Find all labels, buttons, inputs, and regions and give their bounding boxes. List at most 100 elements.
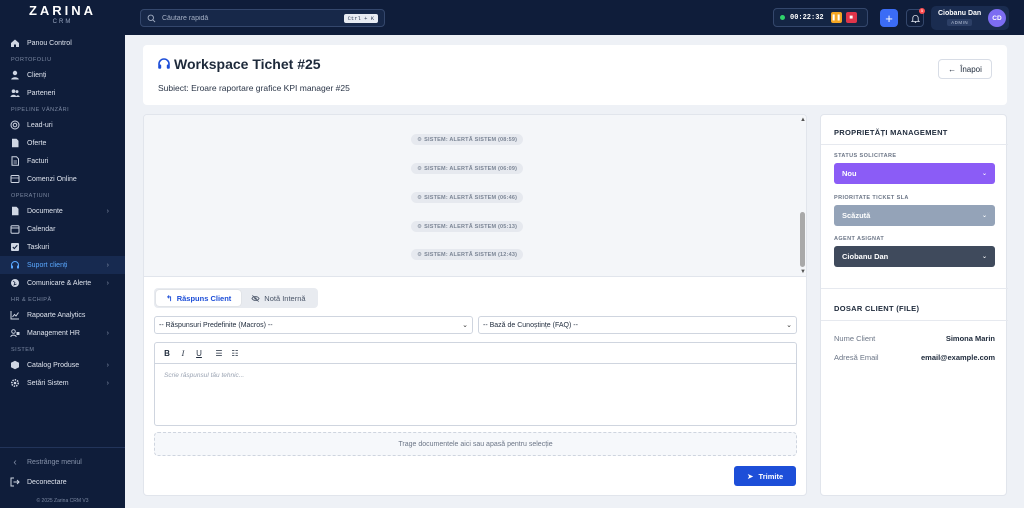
notifications-button[interactable]: 5 <box>906 8 925 27</box>
people-icon <box>10 328 20 338</box>
back-button[interactable]: ← Înapoi <box>938 59 992 79</box>
system-message: ⚙ SISTEM: ALERTĂ SISTEM (08:59) <box>411 134 524 145</box>
send-button[interactable]: ➤ Trimite <box>734 466 796 486</box>
sidebar-item-settings[interactable]: Setări Sistem › <box>0 374 125 392</box>
sidebar-item-offers[interactable]: Oferte <box>0 134 125 152</box>
sidebar-item-leads[interactable]: Lead-uri <box>0 116 125 134</box>
reply-textarea[interactable]: Scrie răspunsul tău tehnic... <box>155 364 796 387</box>
search-input[interactable] <box>162 14 342 22</box>
sidebar-item-label: Parteneri <box>27 89 56 97</box>
chevron-right-icon: › <box>106 361 109 369</box>
cart-icon <box>10 174 20 184</box>
priority-select[interactable]: Scăzută ⌄ <box>834 205 995 226</box>
calendar-icon <box>10 224 20 234</box>
italic-button[interactable]: I <box>179 349 187 358</box>
stop-icon[interactable]: ■ <box>845 12 857 23</box>
sidebar-item-orders[interactable]: Comenzi Online <box>0 170 125 188</box>
divider <box>821 144 1008 145</box>
bullet-list-icon[interactable]: ☷ <box>231 349 239 358</box>
logout-button[interactable]: Deconectare <box>0 472 125 492</box>
status-label: STATUS SOLICITARE <box>834 153 897 159</box>
sidebar-item-catalog[interactable]: Catalog Produse › <box>0 356 125 374</box>
user-name: Ciobanu Dan <box>938 10 982 17</box>
sidebar-item-invoices[interactable]: Facturi <box>0 152 125 170</box>
gear-icon: ⚙ <box>417 223 423 230</box>
ticket-subject: Subiect: Eroare raportare grafice KPI ma… <box>158 83 350 93</box>
sidebar-item-calendar[interactable]: Calendar <box>0 220 125 238</box>
work-timer: 00:22:32 ❚❚ ■ <box>773 8 868 27</box>
sidebar-section-portfolio: PORTOFOLIU <box>11 57 52 63</box>
system-message: ⚙ SISTEM: ALERTĂ SISTEM (06:09) <box>411 163 524 174</box>
sidebar-item-label: Documente <box>27 207 63 215</box>
sidebar-item-dashboard[interactable]: Panou Control <box>0 34 125 52</box>
divider <box>821 288 1008 289</box>
logout-label: Deconectare <box>27 478 67 486</box>
system-message: ⚙ SISTEM: ALERTĂ SISTEM (06:46) <box>411 192 524 203</box>
gear-icon: ⚙ <box>417 136 423 143</box>
sidebar-item-clients[interactable]: Clienți <box>0 66 125 84</box>
ticket-header: Workspace Tichet #25 Subiect: Eroare rap… <box>143 45 1007 105</box>
brand-name: ZARINA <box>28 3 97 18</box>
pause-icon[interactable]: ❚❚ <box>830 12 842 23</box>
underline-button[interactable]: U <box>195 349 203 358</box>
sidebar-item-label: Comunicare & Alerte <box>27 279 92 287</box>
chevron-right-icon: › <box>106 207 109 215</box>
status-value: Nou <box>842 169 857 178</box>
message-thread[interactable]: ⚙ SISTEM: ALERTĂ SISTEM (08:59) ⚙ SISTEM: … <box>144 115 806 277</box>
sidebar-item-documents[interactable]: Documente › <box>0 202 125 220</box>
priority-value: Scăzută <box>842 211 871 220</box>
sidebar-section-hr: HR & ECHIPĂ <box>11 297 52 303</box>
user-menu[interactable]: Ciobanu Dan ADMIN CD <box>931 6 1009 30</box>
file-dropzone[interactable]: Trage documentele aici sau apasă pentru … <box>154 432 797 456</box>
client-file-title: DOSAR CLIENT (FILE) <box>834 304 920 313</box>
plus-icon[interactable]: + <box>880 9 898 27</box>
user-icon <box>10 70 20 80</box>
management-title: PROPRIETĂȚI MANAGEMENT <box>834 128 948 137</box>
chevron-right-icon: › <box>106 279 109 287</box>
scroll-up-icon[interactable]: ▲ <box>800 117 806 123</box>
sidebar-item-support[interactable]: Suport clienți › <box>0 256 125 274</box>
sidebar-section-pipeline: PIPELINE VÂNZĂRI <box>11 107 70 113</box>
chevron-right-icon: › <box>106 261 109 269</box>
sidebar-item-analytics[interactable]: Rapoarte Analytics <box>0 306 125 324</box>
scrollbar[interactable]: ▲ ▼ <box>798 115 806 277</box>
client-email-value: email@example.com <box>920 353 995 362</box>
gear-icon: ⚙ <box>417 165 423 172</box>
sidebar-item-label: Panou Control <box>27 39 72 47</box>
send-icon: ➤ <box>746 471 754 481</box>
reply-icon: ↰ <box>166 293 173 303</box>
bold-button[interactable]: B <box>163 349 171 358</box>
tab-internal-note[interactable]: Notă Internă <box>241 290 315 306</box>
ordered-list-icon[interactable]: ☰ <box>215 349 223 358</box>
chevron-right-icon: › <box>106 379 109 387</box>
collapse-menu-button[interactable]: ‹ Restrânge meniul <box>0 452 125 472</box>
avatar: CD <box>988 9 1006 27</box>
home-icon <box>10 38 20 48</box>
sidebar-item-hr[interactable]: Management HR › <box>0 324 125 342</box>
sidebar-item-tasks[interactable]: Taskuri <box>0 238 125 256</box>
ticket-workspace: ⚙ SISTEM: ALERTĂ SISTEM (08:59) ⚙ SISTEM: … <box>143 114 807 496</box>
document-icon <box>10 138 20 148</box>
eye-off-icon <box>251 294 260 302</box>
faq-select[interactable]: -- Bază de Cunoștințe (FAQ) -- ⌄ <box>478 316 797 334</box>
timer-status-dot <box>780 15 785 20</box>
macros-select[interactable]: -- Răspunsuri Predefinite (Macros) -- ⌄ <box>154 316 473 334</box>
agent-select[interactable]: Ciobanu Dan ⌄ <box>834 246 995 267</box>
sidebar-item-label: Catalog Produse <box>27 361 80 369</box>
user-info: Ciobanu Dan ADMIN <box>938 10 981 26</box>
tab-client-reply[interactable]: ↰ Răspuns Client <box>156 290 242 306</box>
timer-value: 00:22:32 <box>790 13 824 22</box>
scrollbar-thumb[interactable] <box>800 212 805 267</box>
sidebar-footer: ‹ Restrânge meniul Deconectare © 2025 Za… <box>0 447 125 508</box>
scroll-down-icon[interactable]: ▼ <box>800 269 806 275</box>
logo[interactable]: ZARINA CRM <box>0 0 125 34</box>
page-title: Workspace Tichet #25 <box>157 56 321 72</box>
sidebar-item-comms[interactable]: Comunicare & Alerte › <box>0 274 125 292</box>
sidebar-item-label: Setări Sistem <box>27 379 69 387</box>
chevron-down-icon: ⌄ <box>786 322 792 329</box>
search-box[interactable]: Ctrl + K <box>140 9 385 27</box>
status-select[interactable]: Nou ⌄ <box>834 163 995 184</box>
arrow-left-icon: ← <box>948 64 957 74</box>
system-message-text: SISTEM: ALERTĂ SISTEM (06:09) <box>424 165 518 172</box>
sidebar-item-partners[interactable]: Parteneri <box>0 84 125 102</box>
